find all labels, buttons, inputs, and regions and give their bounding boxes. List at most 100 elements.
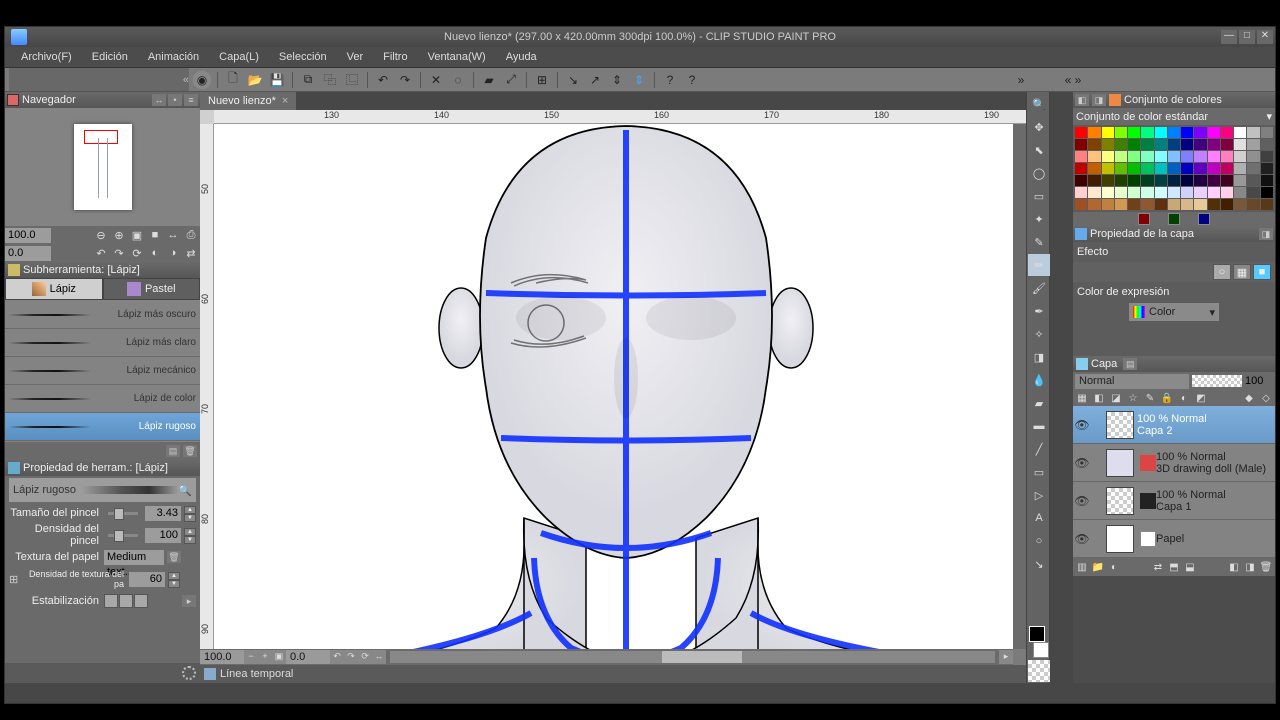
menu-window[interactable]: Ventana(W) [418,48,496,66]
palette-swatch[interactable] [1102,163,1114,174]
dock-collapse-left[interactable]: « [9,68,189,91]
subtool-add-icon[interactable]: ▤ [166,445,180,457]
palette-swatch[interactable] [1115,187,1127,198]
opacity-value[interactable]: 100 [1245,375,1273,387]
palette-swatch[interactable] [1088,199,1100,210]
tool-deco-icon[interactable]: ✧ [1028,323,1050,345]
palette-swatch[interactable] [1247,163,1259,174]
menu-view[interactable]: Ver [337,48,374,66]
menu-layer[interactable]: Capa(L) [209,48,269,66]
palette-swatch[interactable] [1261,127,1273,138]
zoom-in-icon[interactable]: + [258,650,272,664]
palette-swatch[interactable] [1221,175,1233,186]
tool-operate-icon[interactable]: ⬉ [1028,139,1050,161]
palette-swatch[interactable] [1141,175,1153,186]
palette-swatch[interactable] [1155,175,1167,186]
texdens-value[interactable]: 60 [129,572,165,587]
selcolor-2[interactable] [1168,213,1180,225]
visibility-icon[interactable]: 👁 [1073,418,1091,432]
open-icon[interactable]: 📂 [246,71,264,89]
palette-swatch[interactable] [1208,139,1220,150]
palette-swatch[interactable] [1208,127,1220,138]
undo-icon[interactable]: ↶ [374,71,392,89]
toolprop-settings-icon[interactable] [182,666,196,680]
palette-swatch[interactable] [1208,151,1220,162]
nav-print-icon[interactable]: ⎙ [182,227,200,243]
palette-swatch[interactable] [1194,151,1206,162]
snap4-icon[interactable]: ⇕ [630,71,648,89]
search-icon[interactable]: 🔍 [178,484,192,497]
palette-swatch[interactable] [1102,199,1114,210]
palette-swatch[interactable] [1208,163,1220,174]
merge-icon[interactable]: ⬒ [1167,561,1181,574]
brush-size-value[interactable]: 3.43 [145,506,181,521]
zoom-out-icon[interactable]: − [244,650,258,664]
palette-swatch[interactable] [1234,163,1246,174]
tool-text-icon[interactable]: A [1028,507,1050,529]
palette-swatch[interactable] [1234,127,1246,138]
palette-swatch[interactable] [1221,187,1233,198]
palette-swatch[interactable] [1102,187,1114,198]
density-spinner[interactable]: ▲▼ [184,528,196,543]
subtool-item[interactable]: Lápiz rugoso [5,413,200,441]
palette-swatch[interactable] [1194,139,1206,150]
tool-balloon-icon[interactable]: ○ [1028,530,1050,552]
rot-reset-icon[interactable]: ⟳ [358,650,372,664]
texdens-spinner[interactable]: ▲▼ [168,572,180,587]
palette-swatch[interactable] [1221,163,1233,174]
texture-trash-icon[interactable]: 🗑 [167,551,181,563]
nav-angle-value[interactable]: 0.0 [5,246,51,261]
fx-tone-icon[interactable]: ▦ [1233,264,1251,280]
support-icon[interactable]: ? [683,71,701,89]
palette-swatch[interactable] [1181,163,1193,174]
palette-swatch[interactable] [1141,151,1153,162]
palette-swatch[interactable] [1088,163,1100,174]
density-value[interactable]: 100 [145,528,181,543]
subtool-item[interactable]: Lápiz más claro [5,329,200,357]
palette-swatch[interactable] [1128,175,1140,186]
palette-swatch[interactable] [1155,163,1167,174]
palette-swatch[interactable] [1181,175,1193,186]
nav-b-icon[interactable]: ◑ [164,245,182,261]
navigator-view[interactable] [5,108,200,226]
palette-swatch[interactable] [1102,175,1114,186]
mask-new-icon[interactable]: ◧ [1227,561,1241,574]
nav-zoomin-icon[interactable]: ⊕ [110,227,128,243]
maximize-button[interactable]: □ [1239,30,1255,44]
palette-swatch[interactable] [1141,187,1153,198]
palette-swatch[interactable] [1168,163,1180,174]
expr-color-select[interactable]: Color▾ [1129,303,1219,321]
dock-collapse-right-icon[interactable]: » [1012,71,1030,89]
timeline-label[interactable]: Línea temporal [220,668,293,680]
palette-swatch[interactable] [1075,127,1087,138]
palette-swatch[interactable] [1221,151,1233,162]
visibility-icon[interactable]: 👁 [1073,494,1091,508]
palette-swatch[interactable] [1128,199,1140,210]
palette-swatch[interactable] [1194,187,1206,198]
palette-swatch[interactable] [1208,175,1220,186]
help-icon[interactable]: ? [661,71,679,89]
palette-swatch[interactable] [1128,127,1140,138]
palette-swatch[interactable] [1168,199,1180,210]
palette-swatch[interactable] [1115,139,1127,150]
combine-icon[interactable]: ⬓ [1183,561,1197,574]
palette-swatch[interactable] [1168,151,1180,162]
redo-icon[interactable]: ↷ [396,71,414,89]
blend-mode-select[interactable]: Normal [1075,374,1189,389]
fx-border-icon[interactable]: ○ [1213,264,1231,280]
colorset-subtitle[interactable]: Conjunto de color estándar [1076,111,1208,123]
layer-item[interactable]: 👁 100 % Normal3D drawing doll (Male) [1073,444,1275,482]
scrollbar-horizontal[interactable] [390,651,995,663]
subtool-trash-icon[interactable]: 🗑 [183,445,197,457]
ref-icon[interactable]: ☆ [1126,392,1140,405]
menu-edit[interactable]: Edición [82,48,138,66]
snap3-icon[interactable]: ⇕ [608,71,626,89]
palette-swatch[interactable] [1181,151,1193,162]
layer-color-icon[interactable]: ◆ [1242,392,1256,405]
palette-swatch[interactable] [1102,139,1114,150]
density-slider[interactable] [108,534,138,537]
palette-swatch[interactable] [1115,127,1127,138]
palette-swatch[interactable] [1155,127,1167,138]
palette-swatch[interactable] [1168,187,1180,198]
palette-swatch[interactable] [1155,151,1167,162]
